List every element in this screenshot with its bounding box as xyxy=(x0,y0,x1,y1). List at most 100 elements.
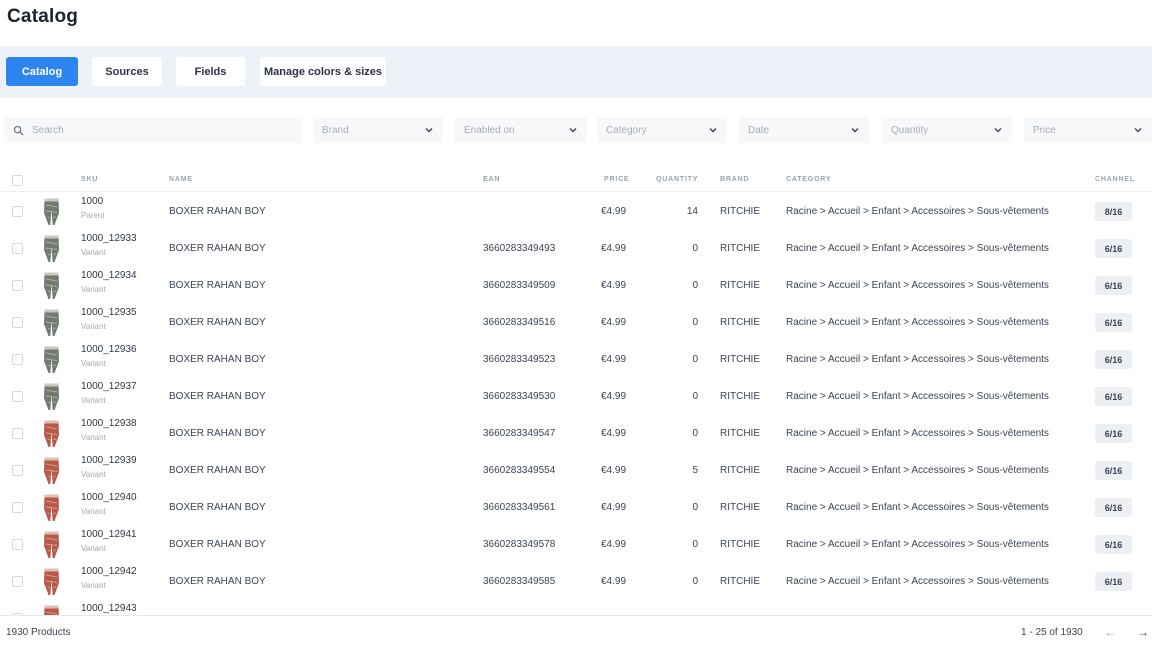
sku-value[interactable]: 1000_12935 xyxy=(81,307,137,318)
channel-badge[interactable]: 6/16 xyxy=(1095,387,1132,406)
product-thumbnail xyxy=(44,457,59,484)
brand-cell: RITCHIE xyxy=(720,391,760,402)
table-row[interactable]: 1000_12937 Variant BOXER RAHAN BOY 36602833… xyxy=(0,378,1152,415)
quantity-cell: 14 xyxy=(686,206,698,217)
quantity-cell: 0 xyxy=(692,280,698,291)
product-thumbnail xyxy=(44,420,59,447)
brand-filter[interactable]: Brand xyxy=(313,117,443,143)
sku-cell: 1000_12941 Variant xyxy=(81,529,137,553)
date-filter[interactable]: Date xyxy=(739,117,869,143)
column-name[interactable]: NAME xyxy=(169,176,193,183)
quantity-cell: 0 xyxy=(692,391,698,402)
sku-cell: 1000_12939 Variant xyxy=(81,455,137,479)
price-cell: €4.99 xyxy=(601,391,627,402)
channel-badge[interactable]: 6/16 xyxy=(1095,572,1132,591)
row-checkbox[interactable] xyxy=(12,539,23,550)
channel-badge[interactable]: 6/16 xyxy=(1095,498,1132,517)
product-thumbnail xyxy=(44,494,59,521)
row-checkbox[interactable] xyxy=(12,280,23,291)
catalog-page: Catalog Catalog Sources Fields Manage co… xyxy=(0,0,1152,648)
column-brand[interactable]: BRAND xyxy=(720,176,749,183)
sku-value[interactable]: 1000_12941 xyxy=(81,529,137,540)
table-row[interactable]: 1000_12941 Variant BOXER RAHAN BOY 36602833… xyxy=(0,526,1152,563)
brand-filter-label: Brand xyxy=(322,124,349,136)
sku-value[interactable]: 1000_12939 xyxy=(81,455,137,466)
sku-value[interactable]: 1000_12933 xyxy=(81,233,137,244)
category-cell: Racine > Accueil > Enfant > Accessoires … xyxy=(786,206,1049,217)
price-cell: €4.99 xyxy=(601,280,627,291)
sku-value[interactable]: 1000 xyxy=(81,196,105,207)
channel-badge[interactable]: 6/16 xyxy=(1095,424,1132,443)
row-checkbox[interactable] xyxy=(12,465,23,476)
sku-value[interactable]: 1000_12942 xyxy=(81,566,137,577)
tab-fields[interactable]: Fields xyxy=(176,57,245,86)
table-row[interactable]: 1000_12934 Variant BOXER RAHAN BOY 36602833… xyxy=(0,267,1152,304)
table-row[interactable]: 1000_12933 Variant BOXER RAHAN BOY 36602833… xyxy=(0,230,1152,267)
brand-cell: RITCHIE xyxy=(720,576,760,587)
select-all-checkbox[interactable] xyxy=(12,175,23,186)
row-checkbox[interactable] xyxy=(12,428,23,439)
product-name: BOXER RAHAN BOY xyxy=(169,280,266,291)
sku-type: Variant xyxy=(81,544,106,553)
product-name: BOXER RAHAN BOY xyxy=(169,428,266,439)
table-row[interactable]: 1000_12938 Variant BOXER RAHAN BOY 36602833… xyxy=(0,415,1152,452)
sku-value[interactable]: 1000_12934 xyxy=(81,270,137,281)
brand-cell: RITCHIE xyxy=(720,243,760,254)
product-name: BOXER RAHAN BOY xyxy=(169,391,266,402)
column-channel[interactable]: CHANNEL xyxy=(1095,176,1135,183)
table-row[interactable]: 1000_12940 Variant BOXER RAHAN BOY 36602833… xyxy=(0,489,1152,526)
row-checkbox[interactable] xyxy=(12,317,23,328)
ean-cell: 3660283349561 xyxy=(483,502,556,513)
row-checkbox[interactable] xyxy=(12,391,23,402)
table-row[interactable]: 1000_12939 Variant BOXER RAHAN BOY 36602833… xyxy=(0,452,1152,489)
column-quantity[interactable]: QUANTITY xyxy=(656,176,698,183)
category-filter[interactable]: Category xyxy=(597,117,727,143)
next-page-icon[interactable]: → xyxy=(1137,625,1149,639)
sku-value[interactable]: 1000_12937 xyxy=(81,381,137,392)
search-input[interactable] xyxy=(32,124,282,136)
row-checkbox[interactable] xyxy=(12,206,23,217)
sku-value[interactable]: 1000_12940 xyxy=(81,492,137,503)
channel-badge[interactable]: 8/16 xyxy=(1095,202,1132,221)
table-row[interactable]: 1000 Parent BOXER RAHAN BOY €4.99 14 RITCHIE R… xyxy=(0,193,1152,230)
price-cell: €4.99 xyxy=(601,428,627,439)
sku-cell: 1000_12933 Variant xyxy=(81,233,137,257)
channel-badge[interactable]: 6/16 xyxy=(1095,313,1132,332)
quantity-cell: 0 xyxy=(692,317,698,328)
channel-badge[interactable]: 6/16 xyxy=(1095,276,1132,295)
prev-page-icon[interactable]: ← xyxy=(1104,625,1116,639)
category-cell: Racine > Accueil > Enfant > Accessoires … xyxy=(786,317,1049,328)
channel-badge[interactable]: 6/16 xyxy=(1095,535,1132,554)
column-category[interactable]: CATEGORY xyxy=(786,176,831,183)
column-sku[interactable]: SKU xyxy=(81,176,98,183)
row-checkbox[interactable] xyxy=(12,502,23,513)
table-row[interactable]: 1000_12936 Variant BOXER RAHAN BOY 36602833… xyxy=(0,341,1152,378)
sku-value[interactable]: 1000_12936 xyxy=(81,344,137,355)
tab-manage-colors-sizes[interactable]: Manage colors & sizes xyxy=(260,57,386,86)
price-filter[interactable]: Price xyxy=(1024,117,1152,143)
table-row[interactable]: 1000_12942 Variant BOXER RAHAN BOY 36602833… xyxy=(0,563,1152,600)
tab-catalog[interactable]: Catalog xyxy=(6,57,78,86)
row-checkbox[interactable] xyxy=(12,576,23,587)
brand-cell: RITCHIE xyxy=(720,354,760,365)
sku-value[interactable]: 1000_12943 xyxy=(81,603,137,614)
product-name: BOXER RAHAN BOY xyxy=(169,206,266,217)
column-ean[interactable]: EAN xyxy=(483,176,500,183)
column-price[interactable]: PRICE xyxy=(604,176,629,183)
row-checkbox[interactable] xyxy=(12,354,23,365)
channel-badge[interactable]: 6/16 xyxy=(1095,350,1132,369)
enabled-on-filter[interactable]: Enabled on xyxy=(455,117,587,143)
search-box[interactable] xyxy=(4,117,302,143)
brand-cell: RITCHIE xyxy=(720,317,760,328)
tab-sources[interactable]: Sources xyxy=(92,57,162,86)
sku-type: Variant xyxy=(81,470,106,479)
category-cell: Racine > Accueil > Enfant > Accessoires … xyxy=(786,465,1049,476)
table-row[interactable]: 1000_12935 Variant BOXER RAHAN BOY 36602833… xyxy=(0,304,1152,341)
sku-value[interactable]: 1000_12938 xyxy=(81,418,137,429)
quantity-filter[interactable]: Quantity xyxy=(882,117,1012,143)
row-checkbox[interactable] xyxy=(12,243,23,254)
price-cell: €4.99 xyxy=(601,354,627,365)
channel-badge[interactable]: 6/16 xyxy=(1095,239,1132,258)
sku-type: Variant xyxy=(81,248,106,257)
channel-badge[interactable]: 6/16 xyxy=(1095,461,1132,480)
